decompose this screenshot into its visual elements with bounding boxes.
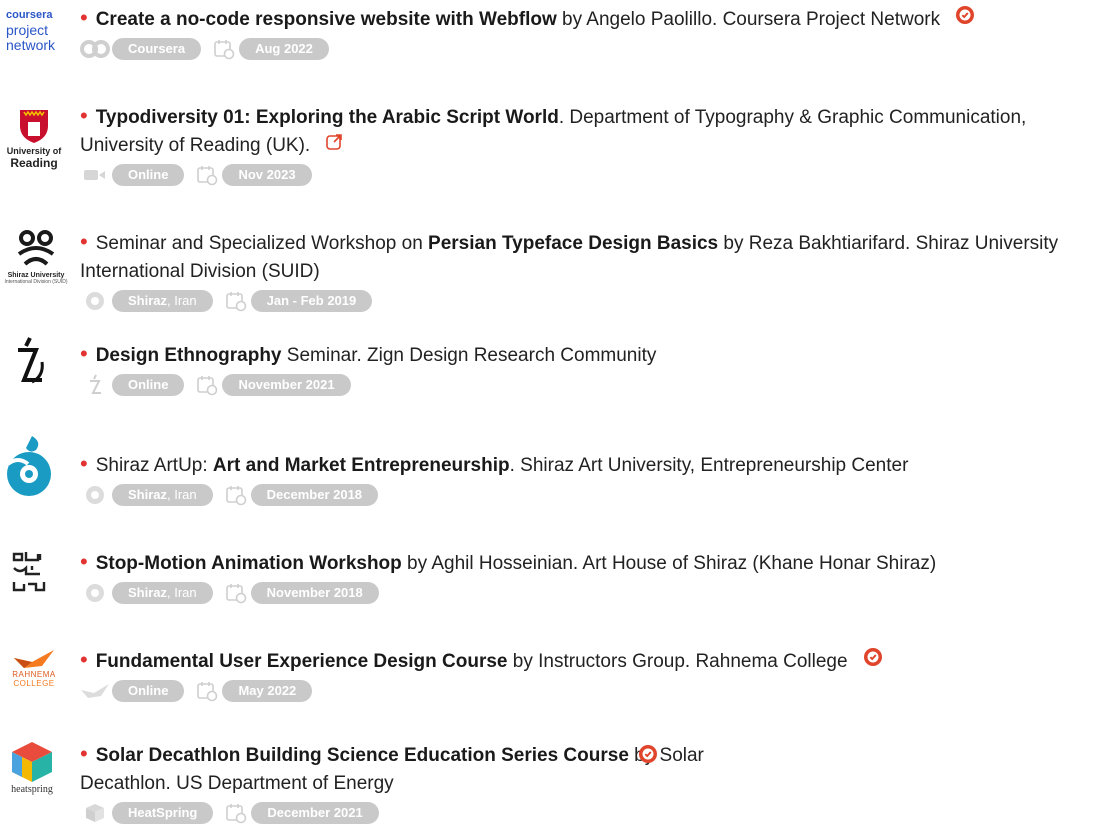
- entry-meta: Coursera Aug 2022: [80, 36, 1100, 62]
- zign-mark-icon: [80, 374, 110, 396]
- date-tag: November 2018: [250, 582, 379, 604]
- heatspring-logo: heatspring: [4, 740, 60, 795]
- entry-title: • Typodiversity 01: Exploring the Arabic …: [80, 102, 1100, 160]
- entry-title: • Create a no-code responsive website wit…: [80, 4, 1100, 34]
- calendar-icon: [196, 164, 218, 186]
- entry-title: • Shiraz ArtUp: Art and Market Entreprene…: [80, 451, 909, 476]
- bullet-icon: •: [80, 5, 88, 30]
- art-house-of-shiraz-logo: [10, 550, 74, 599]
- bullet-icon: •: [80, 741, 88, 766]
- platform-tag: Coursera: [112, 38, 202, 61]
- date-tag: Nov 2023: [222, 164, 312, 187]
- date-tag: May 2022: [222, 680, 313, 703]
- entry-meta: Online November 2021: [80, 372, 1100, 398]
- verified-badge-icon[interactable]: [863, 647, 883, 676]
- bullet-icon: •: [80, 103, 88, 128]
- calendar-icon: [225, 290, 247, 312]
- zign-mark-icon: [18, 337, 44, 384]
- entry-title: • Design Ethnography Seminar. Zign Design…: [80, 341, 657, 366]
- calendar-icon: [225, 484, 247, 506]
- heatspring-cube-icon: [80, 802, 110, 824]
- university-of-reading-logo: University of Reading: [2, 108, 66, 170]
- location-tag: Shiraz, Iran: [112, 484, 213, 506]
- entry-meta: Online May 2022: [80, 678, 1100, 704]
- bullet-icon: •: [80, 229, 88, 254]
- calendar-icon: [196, 680, 218, 702]
- mode-tag: Online: [112, 374, 185, 396]
- date-tag: November 2021: [222, 374, 351, 396]
- shiraz-university-emblem-icon: [17, 230, 55, 266]
- bullet-icon: •: [80, 647, 88, 672]
- location-tag: Shiraz, Iran: [112, 290, 213, 312]
- art-house-calligraphy-icon: [12, 552, 46, 592]
- zign-logo: [8, 336, 72, 393]
- platform-tag: HeatSpring: [112, 802, 214, 824]
- shiraz-art-university-logo: [2, 434, 66, 505]
- bullet-icon: •: [80, 451, 88, 476]
- location-pin-icon: [80, 582, 110, 604]
- date-tag: Jan - Feb 2019: [250, 290, 373, 312]
- crest-icon: [20, 110, 48, 143]
- location-pin-icon: [80, 484, 110, 506]
- calendar-icon: [225, 802, 247, 824]
- calendar-icon: [196, 374, 218, 396]
- verified-badge-icon[interactable]: [638, 744, 658, 773]
- video-camera-icon: [80, 164, 110, 186]
- calendar-icon: [225, 582, 247, 604]
- art-university-emblem-icon: [6, 436, 51, 496]
- entry-meta: HeatSpring December 2021: [80, 800, 1100, 826]
- entry-title: • Seminar and Specialized Workshop on Per…: [80, 229, 1059, 282]
- bullet-icon: •: [80, 341, 88, 366]
- heatspring-cube-icon: [12, 742, 52, 782]
- date-tag: December 2018: [250, 484, 379, 506]
- entry-title: • Fundamental User Experience Design Cour…: [80, 646, 1100, 676]
- external-link-icon[interactable]: [325, 132, 343, 160]
- entry-meta: Online Nov 2023: [80, 162, 1100, 188]
- shiraz-university-logo: Shiraz University International Division…: [4, 228, 68, 285]
- verified-badge-icon[interactable]: [955, 5, 975, 34]
- entry-meta: Shiraz, Iran Jan - Feb 2019: [80, 288, 1100, 314]
- calendar-icon: [213, 38, 235, 60]
- date-tag: Aug 2022: [239, 38, 329, 61]
- rahnema-bird-icon: [14, 650, 54, 668]
- date-tag: December 2021: [251, 802, 379, 824]
- entry-meta: Shiraz, Iran December 2018: [80, 482, 1100, 508]
- entry-meta: Shiraz, Iran November 2018: [80, 580, 1100, 606]
- mode-tag: Online: [112, 680, 185, 703]
- mode-tag: Online: [112, 164, 185, 187]
- entry-title: • Solar Decathlon Building Science Educat…: [80, 741, 704, 794]
- bullet-icon: •: [80, 549, 88, 574]
- rahnema-college-logo: RAHNEMA COLLEGE: [6, 648, 62, 688]
- coursera-logo: coursera project network: [6, 9, 56, 53]
- rahnema-bird-icon: [80, 680, 110, 702]
- coursera-mark-icon: [80, 38, 110, 60]
- location-pin-icon: [80, 290, 110, 312]
- entry-title: • Stop-Motion Animation Workshop by Aghil…: [80, 549, 937, 574]
- location-tag: Shiraz, Iran: [112, 582, 213, 604]
